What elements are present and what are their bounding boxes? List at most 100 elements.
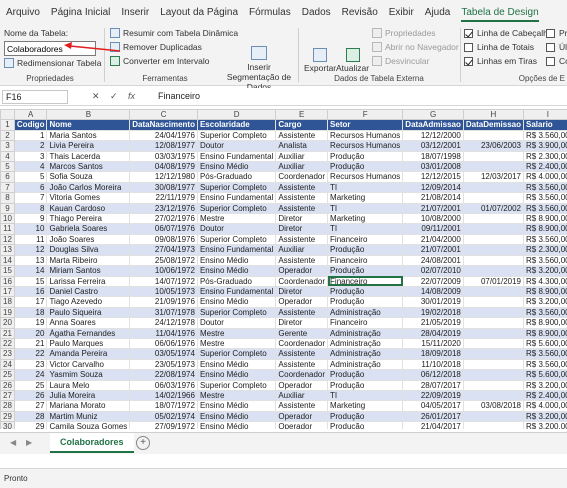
table-cell[interactable]: R$ 3.560,00 [523,181,567,194]
table-cell[interactable]: Recursos Humanos [327,171,404,183]
table-cell[interactable]: Operador [275,410,329,423]
table-cell[interactable]: 27 [13,400,48,412]
table-cell[interactable]: Superior Completo [196,348,277,360]
table-cell[interactable]: TI [327,202,404,215]
row-header[interactable]: 4 [0,150,15,163]
table-cell[interactable]: Operador [275,421,329,429]
table-header-cell[interactable]: Nome [46,119,131,131]
table-cell[interactable]: 18/09/2018 [402,348,464,360]
tab-arquivo[interactable]: Arquivo [6,3,40,22]
table-cell[interactable]: 12/03/2017 [462,171,525,183]
table-cell[interactable]: R$ 2.400,00 [523,161,567,173]
last-column-checkbox[interactable]: Últ [546,42,567,52]
table-cell[interactable] [462,421,525,429]
table-cell[interactable]: Miriam Santos [46,265,131,277]
table-cell[interactable]: 24/04/1976 [129,129,198,142]
table-cell[interactable]: 12/12/2015 [402,171,464,183]
table-cell[interactable]: R$ 3.200,00 [523,379,567,391]
row-header[interactable]: 3 [0,140,15,152]
table-cell[interactable]: Diretor [275,285,329,298]
table-header-cell[interactable]: Escolaridade [196,119,277,131]
table-cell[interactable]: R$ 8.900,00 [523,213,567,225]
table-cell[interactable]: R$ 3.200,00 [523,265,567,277]
table-cell[interactable]: Julia Moreira [46,389,131,402]
table-cell[interactable]: Operador [275,265,329,277]
table-cell[interactable]: Auxiliar [275,389,329,402]
table-cell[interactable]: Thiago Pereira [46,213,131,225]
prev-sheet-icon[interactable]: ◀ [10,438,16,447]
table-cell[interactable]: 15/11/2020 [402,337,464,350]
table-cell[interactable]: Ensino Médio [196,410,277,423]
tab-f-rmulas[interactable]: Fórmulas [249,3,291,22]
table-cell[interactable]: Produção [327,379,404,391]
table-cell[interactable]: 06/06/1976 [129,337,198,350]
table-header-cell[interactable]: Salario [523,119,567,131]
table-cell[interactable]: Operador [275,296,329,308]
table-cell[interactable]: 27/04/1973 [129,244,198,256]
row-header[interactable]: 5 [0,161,15,173]
table-cell[interactable]: R$ 4.300,00 [523,275,567,287]
row-header[interactable]: 14 [0,254,15,267]
table-cell[interactable]: 12 [13,244,48,256]
table-header-cell[interactable]: DataNascimento [129,119,198,131]
table-cell[interactable]: 13 [13,254,48,267]
table-cell[interactable]: 31/07/1978 [129,306,198,319]
table-cell[interactable]: 10/05/1973 [129,285,198,298]
table-cell[interactable]: 03/05/1974 [129,348,198,360]
table-cell[interactable]: 22/11/1979 [129,192,198,204]
unlink-button[interactable]: Desvincular [372,56,429,66]
table-cell[interactable]: Produção [327,410,404,423]
table-cell[interactable]: R$ 5.600,00 [523,369,567,381]
table-cell[interactable] [462,129,525,142]
export-button[interactable]: Exportar [304,48,336,73]
table-cell[interactable]: Produção [327,285,404,298]
open-browser-button[interactable]: Abrir no Navegador [372,42,459,52]
table-cell[interactable]: 3 [13,150,48,163]
table-cell[interactable]: Assistente [275,202,329,215]
table-cell[interactable]: 12/09/2014 [402,181,464,194]
table-cell[interactable] [462,192,525,204]
table-cell[interactable]: 14 [13,265,48,277]
table-cell[interactable]: Marcos Santos [46,161,131,173]
table-cell[interactable]: Administração [327,337,404,350]
table-cell[interactable]: 22/09/2019 [402,389,464,402]
table-cell[interactable]: 12/08/1977 [129,140,198,152]
table-cell[interactable]: 21/04/2017 [402,421,464,429]
table-cell[interactable] [462,254,525,267]
table-cell[interactable]: 28/04/2019 [402,327,464,339]
table-cell[interactable]: Mestre [196,337,277,350]
row-header[interactable]: 12 [0,233,15,246]
row-header[interactable]: 16 [0,275,15,287]
table-cell[interactable] [462,265,525,277]
table-cell[interactable]: Auxiliar [275,150,329,163]
table-cell[interactable]: 23/06/2003 [462,140,525,152]
table-cell[interactable]: TI [327,181,404,194]
table-cell[interactable]: Superior Completo [196,202,277,215]
table-cell[interactable]: R$ 2.400,00 [523,389,567,402]
fx-icon[interactable]: fx [128,91,135,101]
table-cell[interactable]: 10/06/1972 [129,265,198,277]
table-cell[interactable]: 5 [13,171,48,183]
table-cell[interactable] [462,410,525,423]
table-cell[interactable]: Ágatha Fernandes [46,327,131,339]
table-cell[interactable]: R$ 5.600,00 [523,337,567,350]
table-cell[interactable]: 02/07/2010 [402,265,464,277]
worksheet-table[interactable]: ABCDEFGHIJ1CodigoNomeDataNascimentoEscol… [0,109,567,429]
tab-revis-o[interactable]: Revisão [342,3,378,22]
row-header[interactable]: 25 [0,369,15,381]
table-cell[interactable] [462,161,525,173]
table-cell[interactable]: R$ 3.560,00 [523,129,567,142]
table-cell[interactable]: 23 [13,358,48,371]
table-cell[interactable]: 25/08/1972 [129,254,198,267]
table-cell[interactable]: Martim Muniz [46,410,131,423]
table-cell[interactable]: 24/12/1978 [129,317,198,329]
tab-exibir[interactable]: Exibir [389,3,414,22]
table-cell[interactable]: R$ 3.560,00 [523,358,567,371]
row-header[interactable]: 28 [0,400,15,412]
table-cell[interactable] [462,369,525,381]
table-cell[interactable]: 19/02/2018 [402,306,464,319]
table-cell[interactable]: 21/05/2019 [402,317,464,329]
table-cell[interactable]: Assistente [275,400,329,412]
table-cell[interactable]: R$ 8.900,00 [523,285,567,298]
table-cell[interactable]: Doutor [196,223,277,235]
